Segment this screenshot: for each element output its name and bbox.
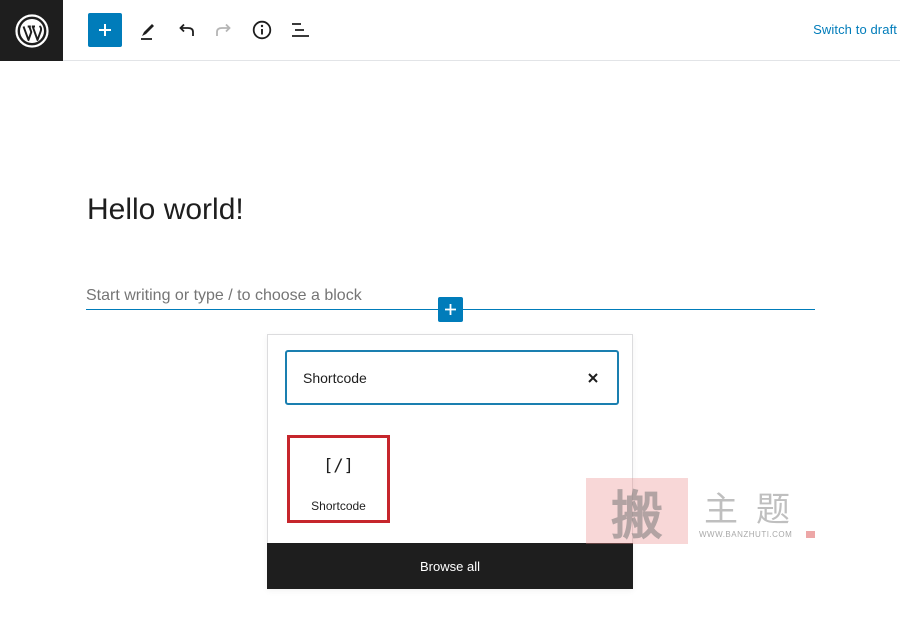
watermark-stamp: 搬 — [586, 478, 688, 547]
list-view-icon — [292, 23, 309, 37]
block-inserter-popover: [/] Shortcode Browse all — [267, 334, 633, 589]
block-result-label: Shortcode — [311, 499, 366, 513]
wordpress-logo-icon[interactable] — [0, 0, 63, 61]
undo-button[interactable] — [171, 15, 201, 45]
redo-icon — [216, 23, 231, 36]
close-icon — [588, 373, 598, 383]
browse-all-button[interactable]: Browse all — [267, 543, 633, 589]
watermark-url: WWW.BANZHUTI.COM — [699, 530, 793, 539]
switch-to-draft-link[interactable]: Switch to draft — [813, 22, 897, 37]
block-placeholder[interactable]: Start writing or type / to choose a bloc… — [86, 287, 362, 305]
block-search-input[interactable] — [303, 367, 563, 389]
undo-icon — [179, 23, 194, 36]
block-editor: Switch to draft Hello world! Start writi… — [0, 0, 900, 619]
editor-toolbar: Switch to draft — [0, 0, 900, 61]
block-search-box — [285, 350, 619, 405]
add-block-button[interactable] — [88, 13, 122, 47]
details-button[interactable] — [247, 15, 277, 45]
shortcode-icon: [/] — [323, 456, 354, 476]
pencil-icon — [141, 24, 154, 40]
list-view-button[interactable] — [285, 15, 315, 45]
info-icon — [252, 20, 272, 40]
watermark-text: 主题 — [704, 490, 808, 530]
site-watermark: 搬 主题 WWW.BANZHUTI.COM — [586, 478, 816, 547]
plus-icon — [445, 304, 456, 315]
tools-button[interactable] — [133, 15, 163, 45]
watermark-dot — [806, 531, 815, 538]
clear-search-button[interactable] — [583, 368, 603, 388]
post-title[interactable]: Hello world! — [87, 193, 244, 227]
block-result-shortcode[interactable]: [/] Shortcode — [287, 435, 390, 523]
redo-button[interactable] — [209, 15, 239, 45]
inline-add-block-button[interactable] — [438, 297, 463, 322]
plus-icon — [99, 24, 111, 36]
